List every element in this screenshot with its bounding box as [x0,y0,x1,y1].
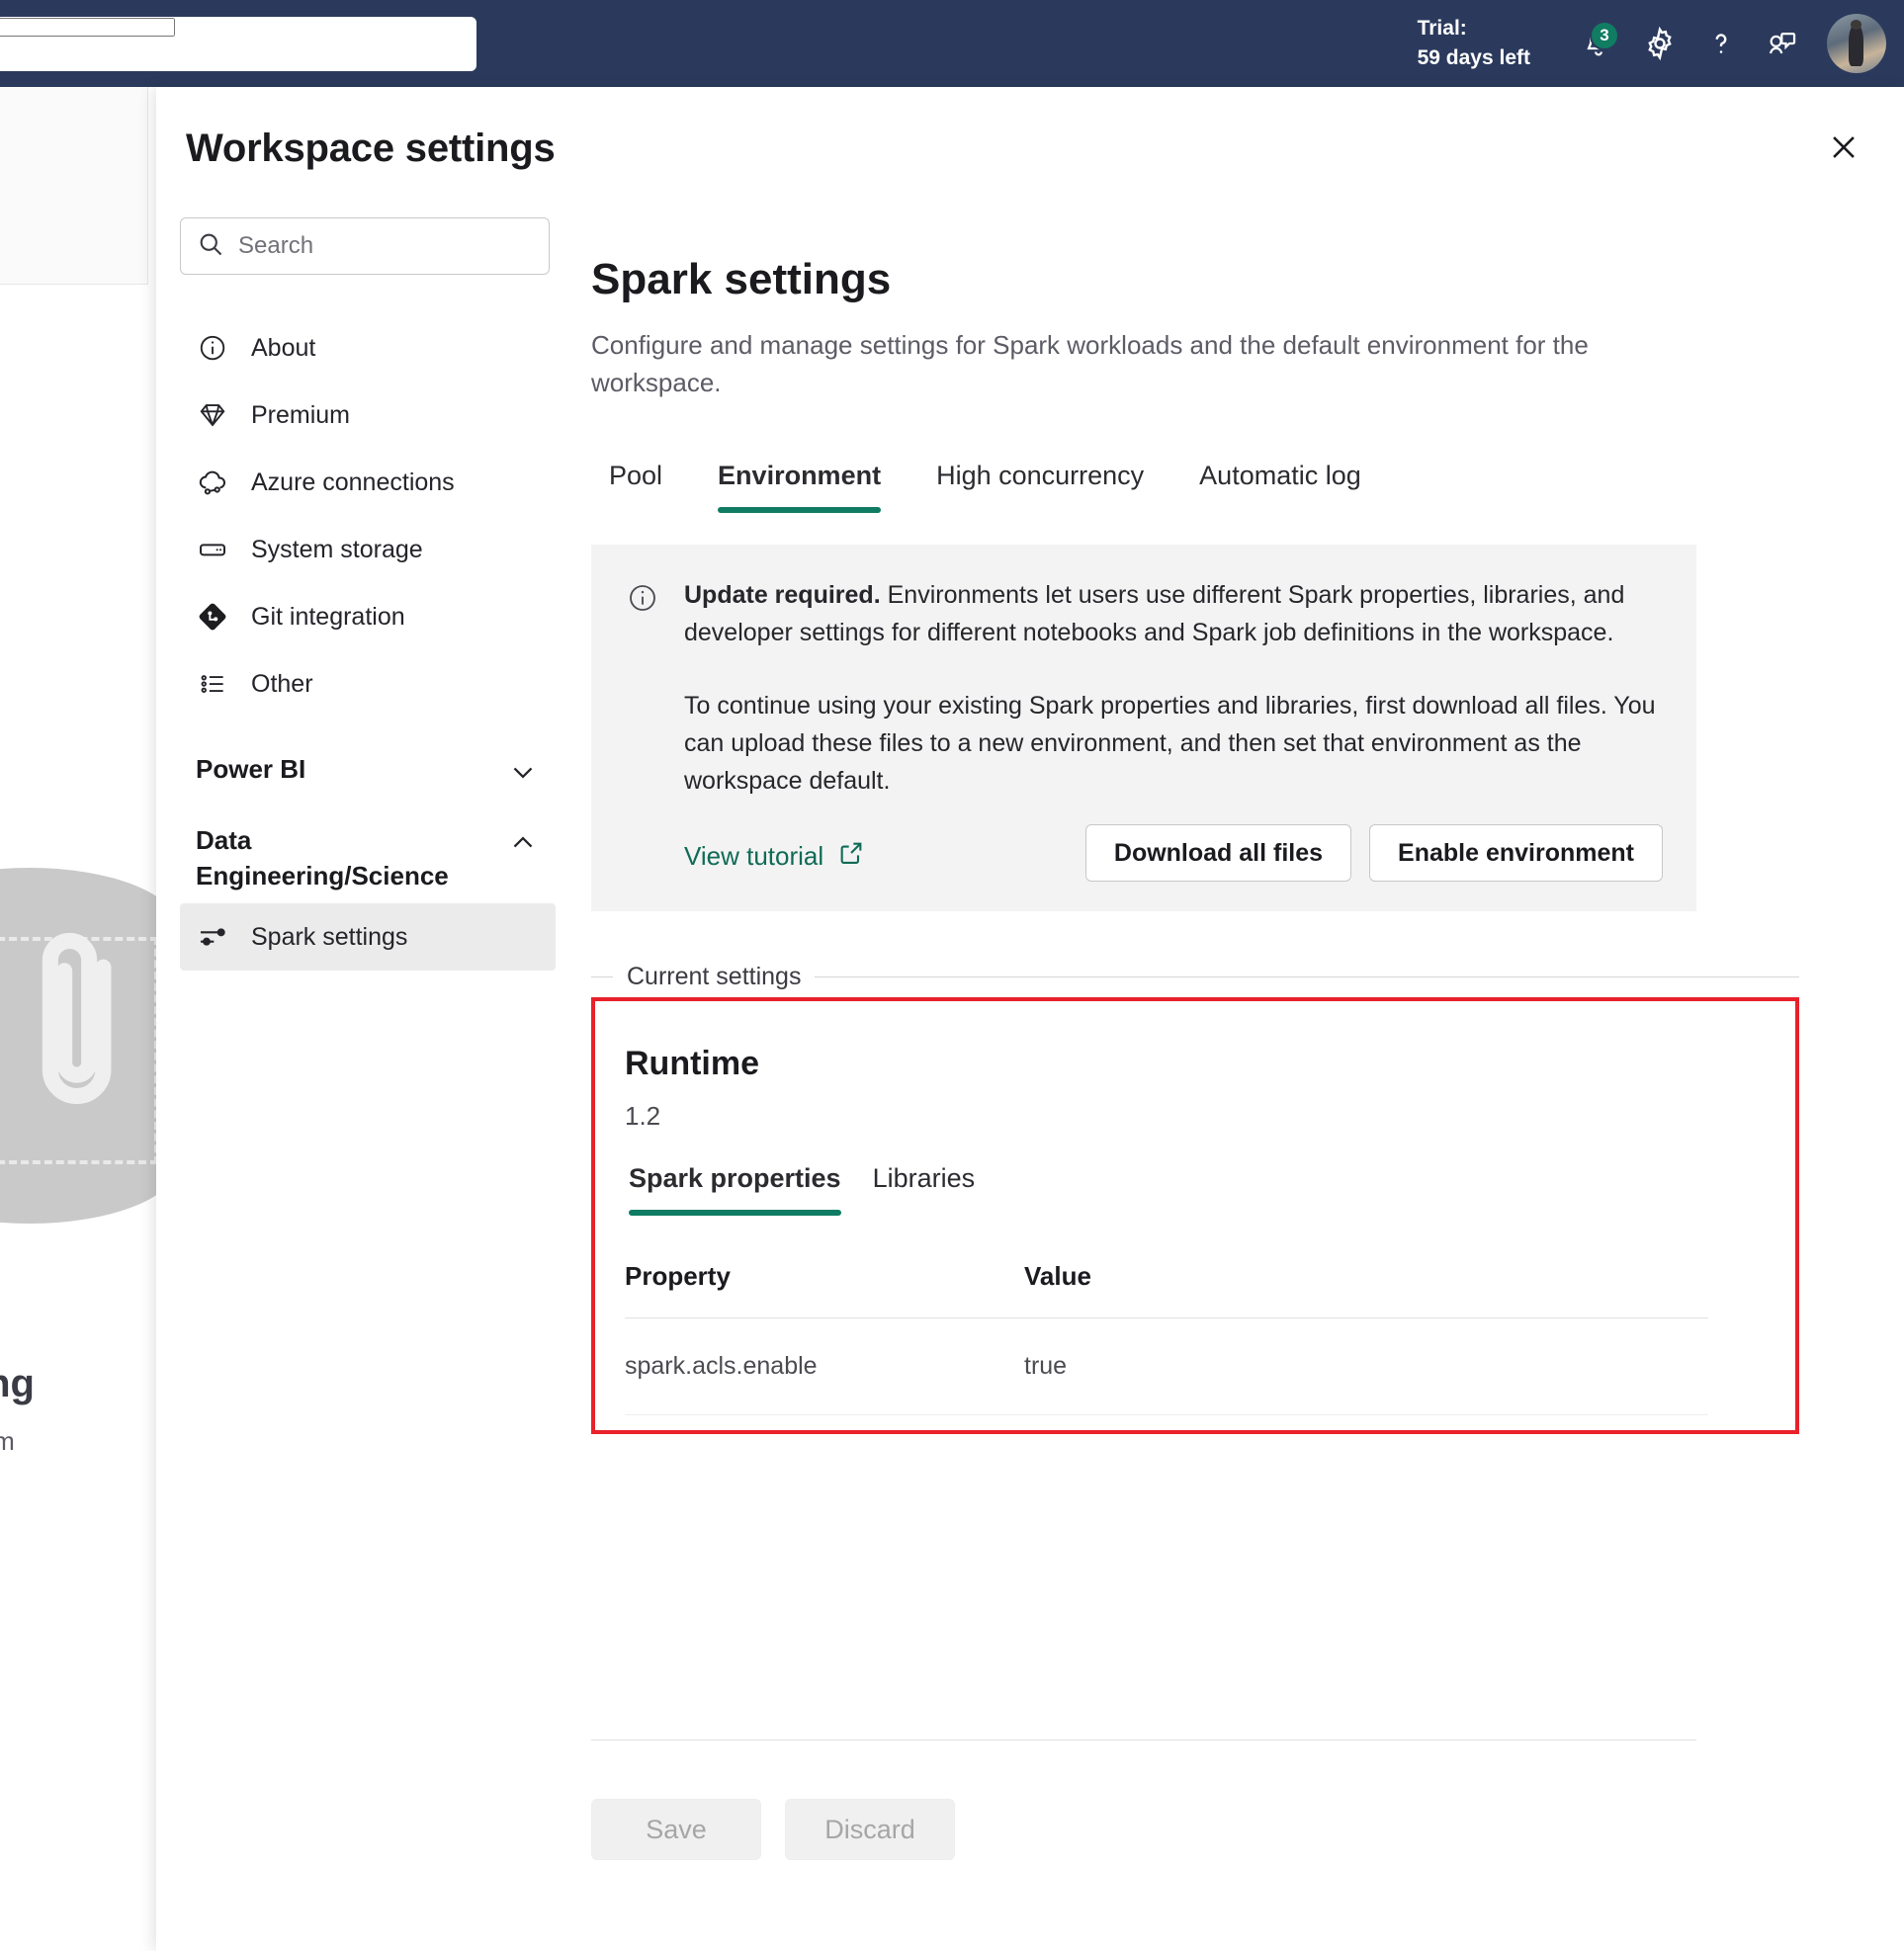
sidebar-item-label: About [251,333,316,362]
page-title: Spark settings [591,255,892,303]
cell-value: true [1024,1352,1068,1380]
close-icon[interactable] [1815,119,1872,176]
tab-spark-properties[interactable]: Spark properties [613,1163,857,1216]
storage-icon [196,533,229,566]
sidebar-item-label: Git integration [251,602,405,631]
sidebar-item-premium[interactable]: Premium [180,382,556,449]
sidebar-item-label: Azure connections [251,467,455,496]
sliders-icon [196,920,229,954]
sidebar-search-input[interactable] [238,232,545,260]
sidebar-item-git-integration[interactable]: Git integration [180,583,556,650]
sidebar-subitems: Spark settings [180,903,556,971]
tab-automatic-log[interactable]: Automatic log [1171,461,1389,513]
sidebar-item-system-storage[interactable]: System storage [180,516,556,583]
empty-state-headline: s nothing [0,1362,35,1405]
cloud-link-icon [196,466,229,499]
footer-actions: Save Discard [591,1799,955,1860]
banner-text-secondary: To continue using your existing Spark pr… [684,692,1656,795]
info-icon [627,582,660,616]
dialog-title: Workspace settings [186,127,556,170]
view-tutorial-link[interactable]: View tutorial [684,839,865,874]
column-header-value: Value [1024,1261,1091,1291]
spark-properties-table: Property Value spark.acls.enable true [625,1261,1708,1415]
external-link-icon [837,839,865,874]
chevron-down-icon [506,755,540,789]
background-page-content: s nothing or upload som [0,87,156,1951]
user-avatar[interactable] [1827,14,1886,73]
sidebar-group-label: Data Engineering/Science [196,825,449,891]
sidebar-item-label: Spark settings [251,922,408,951]
trial-days-left: 59 days left [1417,46,1530,69]
sidebar-item-azure-connections[interactable]: Azure connections [180,449,556,516]
runtime-version: 1.2 [625,1101,661,1131]
notifications-button[interactable]: 3 [1568,13,1629,74]
list-icon [196,667,229,701]
sidebar-item-other[interactable]: Other [180,650,556,718]
global-search-box[interactable] [0,17,476,71]
tab-pool[interactable]: Pool [591,461,690,513]
sidebar-group-label: Power BI [196,754,306,784]
sidebar-item-label: System storage [251,535,423,563]
sidebar-item-about[interactable]: About [180,314,556,382]
sidebar-group-data-engineering-science[interactable]: Data Engineering/Science [180,822,556,893]
trial-status: Trial: 59 days left [1418,14,1530,73]
current-settings-highlight-box: Runtime 1.2 Spark properties Libraries P… [591,997,1799,1434]
sidebar-nav-list: About Premium Azure connections System s… [180,314,556,971]
update-required-banner: Update required. Environments let users … [591,545,1696,911]
current-settings-legend-label: Current settings [627,963,802,990]
help-button[interactable] [1690,13,1752,74]
diamond-icon [196,398,229,432]
legend-line [815,976,1799,977]
git-icon [196,600,229,634]
enable-environment-button[interactable]: Enable environment [1369,824,1663,882]
search-icon [197,230,224,263]
table-header-row: Property Value [625,1261,1708,1318]
empty-state-subtext: or upload som [0,1426,15,1456]
banner-text-primary: Update required. Environments let users … [684,576,1653,651]
trial-label: Trial: [1417,17,1467,40]
sidebar-group-power-bi[interactable]: Power BI [180,751,556,789]
current-settings-section: Current settings Runtime 1.2 Spark prope… [591,963,1799,1434]
download-all-files-button[interactable]: Download all files [1084,824,1352,882]
chevron-up-icon [506,826,540,860]
settings-button[interactable] [1629,13,1690,74]
notification-count-badge: 3 [1590,21,1619,50]
legend-dash [591,976,613,977]
sidebar-search-box[interactable] [180,217,550,275]
runtime-label: Runtime [625,1045,759,1082]
feedback-button[interactable] [1752,13,1813,74]
save-button[interactable]: Save [591,1799,761,1860]
top-navigation-bar: Trial: 59 days left 3 [0,0,1904,87]
sidebar-item-label: Premium [251,400,351,429]
column-header-property: Property [625,1261,731,1291]
view-tutorial-label: View tutorial [684,841,824,871]
current-settings-legend: Current settings [591,963,1799,991]
banner-action-buttons: Download all files Enable environment [1084,824,1663,882]
page-subtitle: Configure and manage settings for Spark … [591,330,1589,397]
tab-high-concurrency[interactable]: High concurrency [909,461,1171,513]
cell-property: spark.acls.enable [625,1352,818,1380]
settings-sidebar: About Premium Azure connections [180,217,556,971]
footer-divider [591,1739,1696,1740]
tab-environment[interactable]: Environment [690,461,909,513]
discard-button[interactable]: Discard [785,1799,955,1860]
banner-strong-text: Update required. [684,581,881,609]
info-icon [196,331,229,365]
sidebar-item-spark-settings[interactable]: Spark settings [180,903,556,971]
topbar-actions: Trial: 59 days left 3 [1418,0,1886,87]
tab-libraries[interactable]: Libraries [857,1163,992,1216]
settings-tabs: Pool Environment High concurrency Automa… [591,461,1904,513]
global-search-input[interactable] [0,18,175,37]
runtime-inner-tabs: Spark properties Libraries [613,1163,1795,1216]
workspace-settings-dialog: Workspace settings About [156,87,1904,1951]
settings-main-pane: Spark settings Configure and manage sett… [591,255,1904,1434]
paperclip-icon [42,932,112,1105]
table-row[interactable]: spark.acls.enable true [625,1318,1708,1415]
sidebar-item-label: Other [251,669,313,698]
background-card [0,87,148,285]
